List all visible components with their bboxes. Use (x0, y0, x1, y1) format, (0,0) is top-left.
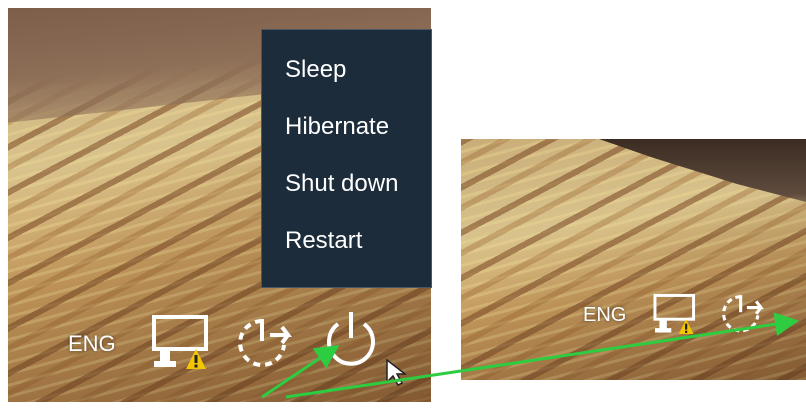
annotation-arrows (261, 312, 799, 399)
arrow-to-power-icon (261, 344, 340, 399)
arrow-to-right-screenshot (285, 312, 799, 399)
